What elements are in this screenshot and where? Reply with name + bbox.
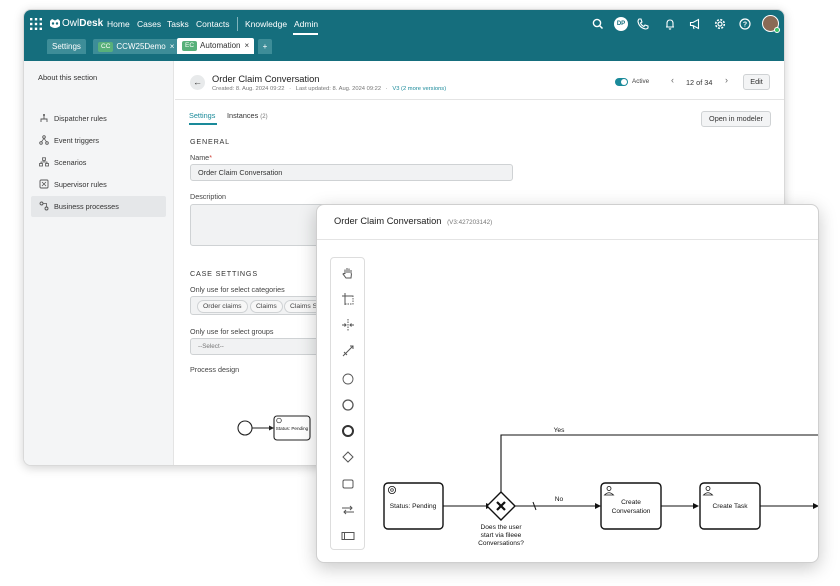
tab-automation[interactable]: EC Automation × [177,38,255,54]
subtab-active-underline [189,123,217,125]
status-pending-label: Status: Pending [390,503,437,510]
scenarios-icon [39,157,49,167]
nav-divider [237,17,238,31]
groups-field-label: Only use for select groups [190,327,274,336]
gateway-question-line-1: Does the user [480,524,522,531]
flow-arrow [693,503,699,509]
created-date: Created: 8. Aug. 2024 09:22 [212,86,285,92]
sidebar-title[interactable]: About this section [38,73,97,82]
sidebar-item-business-processes[interactable]: Business processes [31,196,166,217]
header-divider [175,99,784,100]
tab-settings[interactable]: Settings [47,39,86,54]
user-initials-badge[interactable]: DP [614,17,628,31]
admin-sidebar: About this section Dispatcher rules Even… [24,61,174,465]
create-task-label: Create Task [712,503,748,510]
flow-arrow [595,503,601,509]
record-title: Order Claim Conversation [212,74,320,84]
tab-ccw25demo-label: CCW25Demo [116,42,166,51]
nav-contacts[interactable]: Contacts [196,10,230,38]
record-pager: 12 of 34 [686,78,713,87]
svg-text:?: ? [743,22,747,29]
previous-record-chevron-icon[interactable]: ‹ [671,75,674,85]
open-in-modeler-button[interactable]: Open in modeler [701,111,771,127]
gateway-question-line-2: start via fileee [481,532,522,539]
search-icon[interactable] [591,17,605,31]
instances-count: (2) [260,114,268,120]
updated-date: Last updated: 8. Aug. 2024 09:22 [295,86,382,92]
notification-bell-icon[interactable] [663,17,677,31]
nav-home[interactable]: Home [107,10,130,38]
brand-name[interactable]: OwlDesk [62,10,103,38]
nav-active-underline [293,33,318,35]
flow-arrow [813,503,818,509]
no-flow-label: No [555,496,564,503]
case-settings-section-header: CASE SETTINGS [190,269,258,278]
mini-flow-arrow [269,425,274,431]
dispatcher-icon [40,114,48,122]
tab-settings-label: Settings [52,42,81,51]
phone-icon[interactable] [636,17,650,31]
mini-start-event [237,420,253,436]
event-trigger-icon [39,135,49,145]
record-meta: Created: 8. Aug. 2024 09:22 · Last updat… [212,86,447,92]
sidebar-item-supervisor-rules[interactable]: Supervisor rules [31,174,166,195]
create-conversation-label-1: Create [621,499,641,506]
version-link[interactable]: V3 (2 more versions) [392,86,446,92]
help-icon[interactable]: ? [738,17,752,31]
edit-button[interactable]: Edit [743,74,770,90]
online-status-dot [774,27,780,33]
next-record-chevron-icon[interactable]: › [725,75,728,85]
owl-logo-icon [50,19,60,28]
active-status-label: Active [632,78,650,85]
name-field-label: Name* [190,153,212,162]
process-modeler-window: Order Claim Conversation (V3:427203142) … [316,204,819,563]
sidebar-item-label: Supervisor rules [54,180,107,189]
category-chip[interactable]: Order claims [197,300,248,313]
sidebar-item-dispatcher-rules[interactable]: Dispatcher rules [31,108,166,129]
add-tab-button[interactable]: + [258,39,272,54]
category-chip[interactable]: Claims [250,300,283,313]
bpmn-diagram-canvas[interactable]: Yes No Status: Pending Does the user sta… [317,205,819,563]
gateway-question-line-3: Conversations? [478,540,524,547]
sidebar-item-label: Business processes [54,202,119,211]
name-input[interactable]: Order Claim Conversation [190,164,513,181]
general-section-header: GENERAL [190,137,230,146]
yes-flow-label: Yes [554,427,565,434]
apps-grid-icon[interactable] [30,18,42,30]
sidebar-item-label: Dispatcher rules [54,114,107,123]
business-process-icon [39,201,49,211]
mini-status-task-label: Status: Pending [276,426,309,431]
subtab-instances[interactable]: Instances (2) [227,111,268,120]
categories-field-label: Only use for select categories [190,285,285,294]
subtab-settings[interactable]: Settings [189,111,215,120]
description-field-label: Description [190,192,226,201]
process-design-label: Process design [190,365,240,374]
sidebar-item-label: Event triggers [54,136,100,145]
create-conversation-label-2: Conversation [612,508,651,515]
close-tab-icon[interactable]: × [170,42,175,51]
close-tab-icon[interactable]: × [245,41,250,50]
tab-badge: EC [182,41,198,51]
announcement-megaphone-icon[interactable] [688,17,702,31]
nav-tasks[interactable]: Tasks [167,10,189,38]
sidebar-item-event-triggers[interactable]: Event triggers [31,130,166,151]
tab-ccw25demo[interactable]: CC CCW25Demo × [93,39,180,54]
tab-automation-label: Automation [200,41,241,50]
active-toggle[interactable] [615,78,628,86]
top-navigation-bar: OwlDesk Home Cases Tasks Contacts Knowle… [24,10,784,38]
supervisor-icon [39,179,49,189]
tab-badge: CC [98,42,114,52]
back-arrow-icon[interactable]: ← [190,75,205,90]
name-label-text: Name [190,153,210,162]
settings-gear-icon[interactable] [713,17,727,31]
nav-knowledge[interactable]: Knowledge [245,10,287,38]
nav-cases[interactable]: Cases [137,10,161,38]
subtab-instances-label: Instances [227,111,259,120]
sidebar-item-label: Scenarios [54,158,87,167]
sidebar-item-scenarios[interactable]: Scenarios [31,152,166,173]
